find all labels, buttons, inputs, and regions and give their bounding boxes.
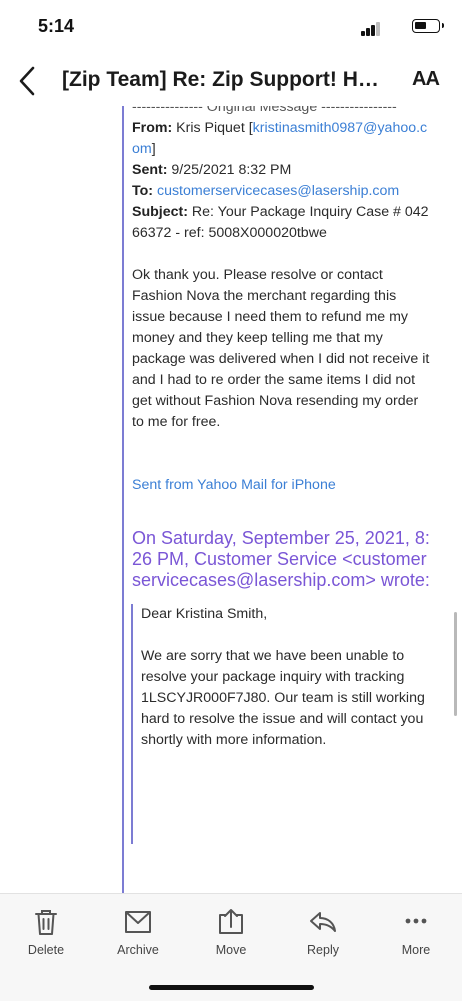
to-line: To: customerservicecases@lasership.com bbox=[132, 181, 432, 202]
reply-header: On Saturday, September 25, 2021, 8:26 PM… bbox=[132, 528, 430, 590]
to-email-link[interactable]: customerservicecases@lasership.com bbox=[157, 183, 399, 199]
more-button[interactable]: More bbox=[381, 908, 451, 957]
signature-link[interactable]: Sent from Yahoo Mail for iPhone bbox=[132, 475, 432, 496]
nav-bar: [Zip Team] Re: Zip Support! Ho... AA bbox=[0, 56, 462, 106]
scrollbar[interactable] bbox=[454, 612, 457, 716]
more-label: More bbox=[401, 943, 431, 957]
move-button[interactable]: Move bbox=[196, 908, 266, 957]
email-subject-title: [Zip Team] Re: Zip Support! Ho... bbox=[62, 68, 386, 91]
subject-label: Subject: bbox=[132, 204, 188, 220]
reply-greeting: Dear Kristina Smith, bbox=[141, 606, 268, 622]
from-label: From: bbox=[132, 120, 173, 136]
archive-label: Archive bbox=[117, 943, 159, 957]
quote-bar bbox=[122, 106, 124, 893]
quoted-message: --------------- Original Message -------… bbox=[131, 106, 432, 844]
nested-quote-bar bbox=[131, 604, 133, 844]
nested-quote: Dear Kristina Smith, We are sorry that w… bbox=[131, 604, 432, 844]
trash-icon bbox=[35, 910, 57, 935]
status-time: 5:14 bbox=[38, 16, 75, 36]
more-dots-icon bbox=[405, 918, 427, 924]
from-line: From: Kris Piquet [kristinasmith0987@yah… bbox=[132, 118, 432, 160]
chevron-left-icon bbox=[19, 66, 35, 96]
from-close: ] bbox=[151, 141, 156, 157]
sent-value: 9/25/2021 8:32 PM bbox=[171, 162, 292, 178]
battery-icon bbox=[412, 19, 444, 33]
archive-button[interactable]: Archive bbox=[103, 908, 173, 957]
home-indicator[interactable] bbox=[149, 985, 314, 990]
cellular-signal-icon bbox=[361, 22, 381, 36]
original-message-separator: --------------- Original Message -------… bbox=[132, 106, 397, 115]
to-label: To: bbox=[132, 183, 154, 199]
message-body: Ok thank you. Please resolve or contact … bbox=[132, 267, 430, 430]
status-bar: 5:14 bbox=[0, 0, 462, 56]
reply-label: Reply bbox=[307, 943, 339, 957]
delete-button[interactable]: Delete bbox=[11, 908, 81, 957]
email-body[interactable]: --------------- Original Message -------… bbox=[8, 106, 454, 893]
move-label: Move bbox=[215, 943, 247, 957]
back-button[interactable] bbox=[16, 64, 42, 98]
text-size-button[interactable]: AA bbox=[412, 68, 440, 91]
reply-arrow-icon bbox=[310, 912, 336, 932]
delete-label: Delete bbox=[27, 943, 65, 957]
from-name: Kris Piquet [ bbox=[176, 120, 253, 136]
sent-line: Sent: 9/25/2021 8:32 PM bbox=[132, 160, 432, 181]
move-folder-icon bbox=[219, 909, 243, 934]
archive-icon bbox=[125, 911, 151, 933]
reply-button[interactable]: Reply bbox=[288, 908, 358, 957]
subject-line: Subject: Re: Your Package Inquiry Case #… bbox=[132, 202, 432, 244]
reply-body: We are sorry that we have been unable to… bbox=[141, 648, 425, 748]
sent-label: Sent: bbox=[132, 162, 168, 178]
